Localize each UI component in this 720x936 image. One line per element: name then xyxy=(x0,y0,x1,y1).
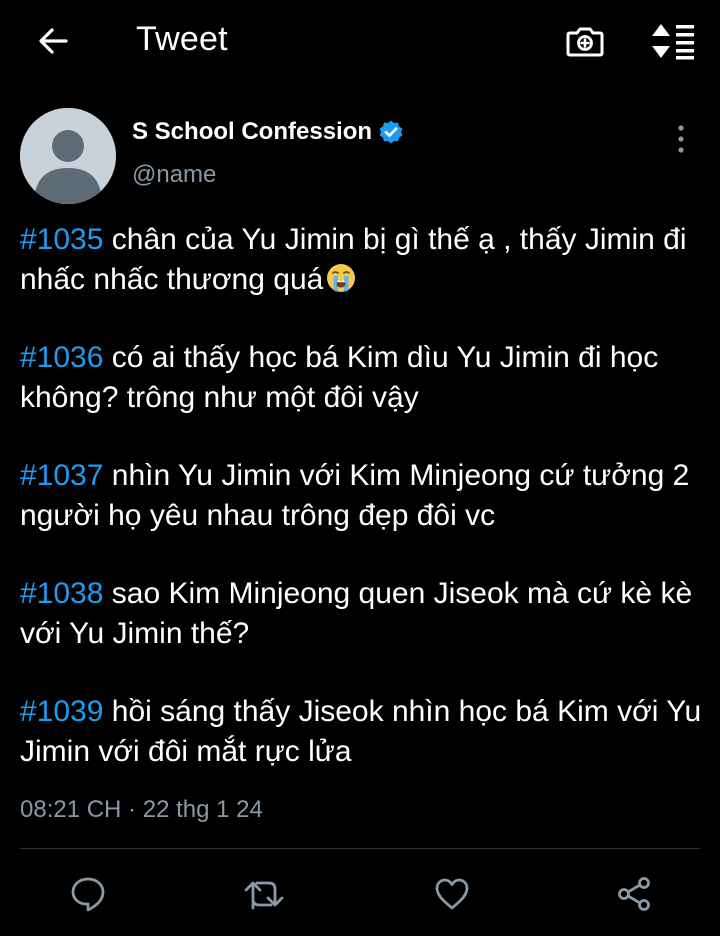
camera-plus-icon xyxy=(566,27,604,57)
hashtag-link[interactable]: #1035 xyxy=(20,223,103,256)
back-button[interactable] xyxy=(30,18,76,64)
heart-icon xyxy=(435,878,469,910)
hashtag-link[interactable]: #1036 xyxy=(20,341,103,374)
paragraph-text: nhìn Yu Jimin với Kim Minjeong cứ tưởng … xyxy=(20,459,690,532)
divider xyxy=(20,848,700,849)
hashtag-link[interactable]: #1037 xyxy=(20,459,103,492)
page-title: Tweet xyxy=(136,20,228,58)
tweet-paragraph: #1035 chân của Yu Jimin bị gì thế ạ , th… xyxy=(20,220,710,300)
hashtag-link[interactable]: #1038 xyxy=(20,577,103,610)
sort-lines-icon xyxy=(652,24,694,60)
tweet-paragraph: #1037 nhìn Yu Jimin với Kim Minjeong cứ … xyxy=(20,456,710,536)
default-avatar-icon xyxy=(20,108,116,204)
paragraph-text: có ai thấy học bá Kim dìu Yu Jimin đi họ… xyxy=(20,341,659,414)
sort-button[interactable] xyxy=(648,18,698,64)
reply-button[interactable] xyxy=(66,872,110,916)
hashtag-link[interactable]: #1039 xyxy=(20,695,103,728)
tweet-paragraph: #1036 có ai thấy học bá Kim dìu Yu Jimin… xyxy=(20,338,710,418)
author-display-name[interactable]: S School Confession xyxy=(132,118,404,146)
verified-badge-icon xyxy=(378,119,404,145)
tweet-text: #1035 chân của Yu Jimin bị gì thế ạ , th… xyxy=(20,220,710,810)
reply-icon xyxy=(71,877,105,912)
tweet-paragraph: #1038 sao Kim Minjeong quen Jiseok mà cứ… xyxy=(20,574,710,654)
arrow-left-icon xyxy=(39,28,68,54)
camera-button[interactable] xyxy=(562,18,608,64)
loudly-crying-face-emoji xyxy=(325,262,357,294)
tweet-timestamp[interactable]: 08:21 CH · 22 thg 1 24 xyxy=(20,796,263,824)
like-button[interactable] xyxy=(430,872,474,916)
avatar[interactable] xyxy=(20,108,116,204)
author-name-text: S School Confession xyxy=(132,118,373,145)
author-handle[interactable]: @name xyxy=(132,161,216,189)
retweet-icon xyxy=(244,881,284,910)
top-bar: Tweet xyxy=(0,0,720,84)
action-bar xyxy=(0,866,720,922)
more-vertical-icon xyxy=(678,125,684,153)
share-icon xyxy=(618,877,650,911)
retweet-button[interactable] xyxy=(242,872,286,916)
more-options-button[interactable] xyxy=(666,122,696,156)
paragraph-text: sao Kim Minjeong quen Jiseok mà cứ kè kè… xyxy=(20,577,693,650)
tweet-paragraph: #1039 hồi sáng thấy Jiseok nhìn học bá K… xyxy=(20,692,710,772)
share-button[interactable] xyxy=(612,872,656,916)
paragraph-text: hồi sáng thấy Jiseok nhìn học bá Kim với… xyxy=(20,695,702,768)
